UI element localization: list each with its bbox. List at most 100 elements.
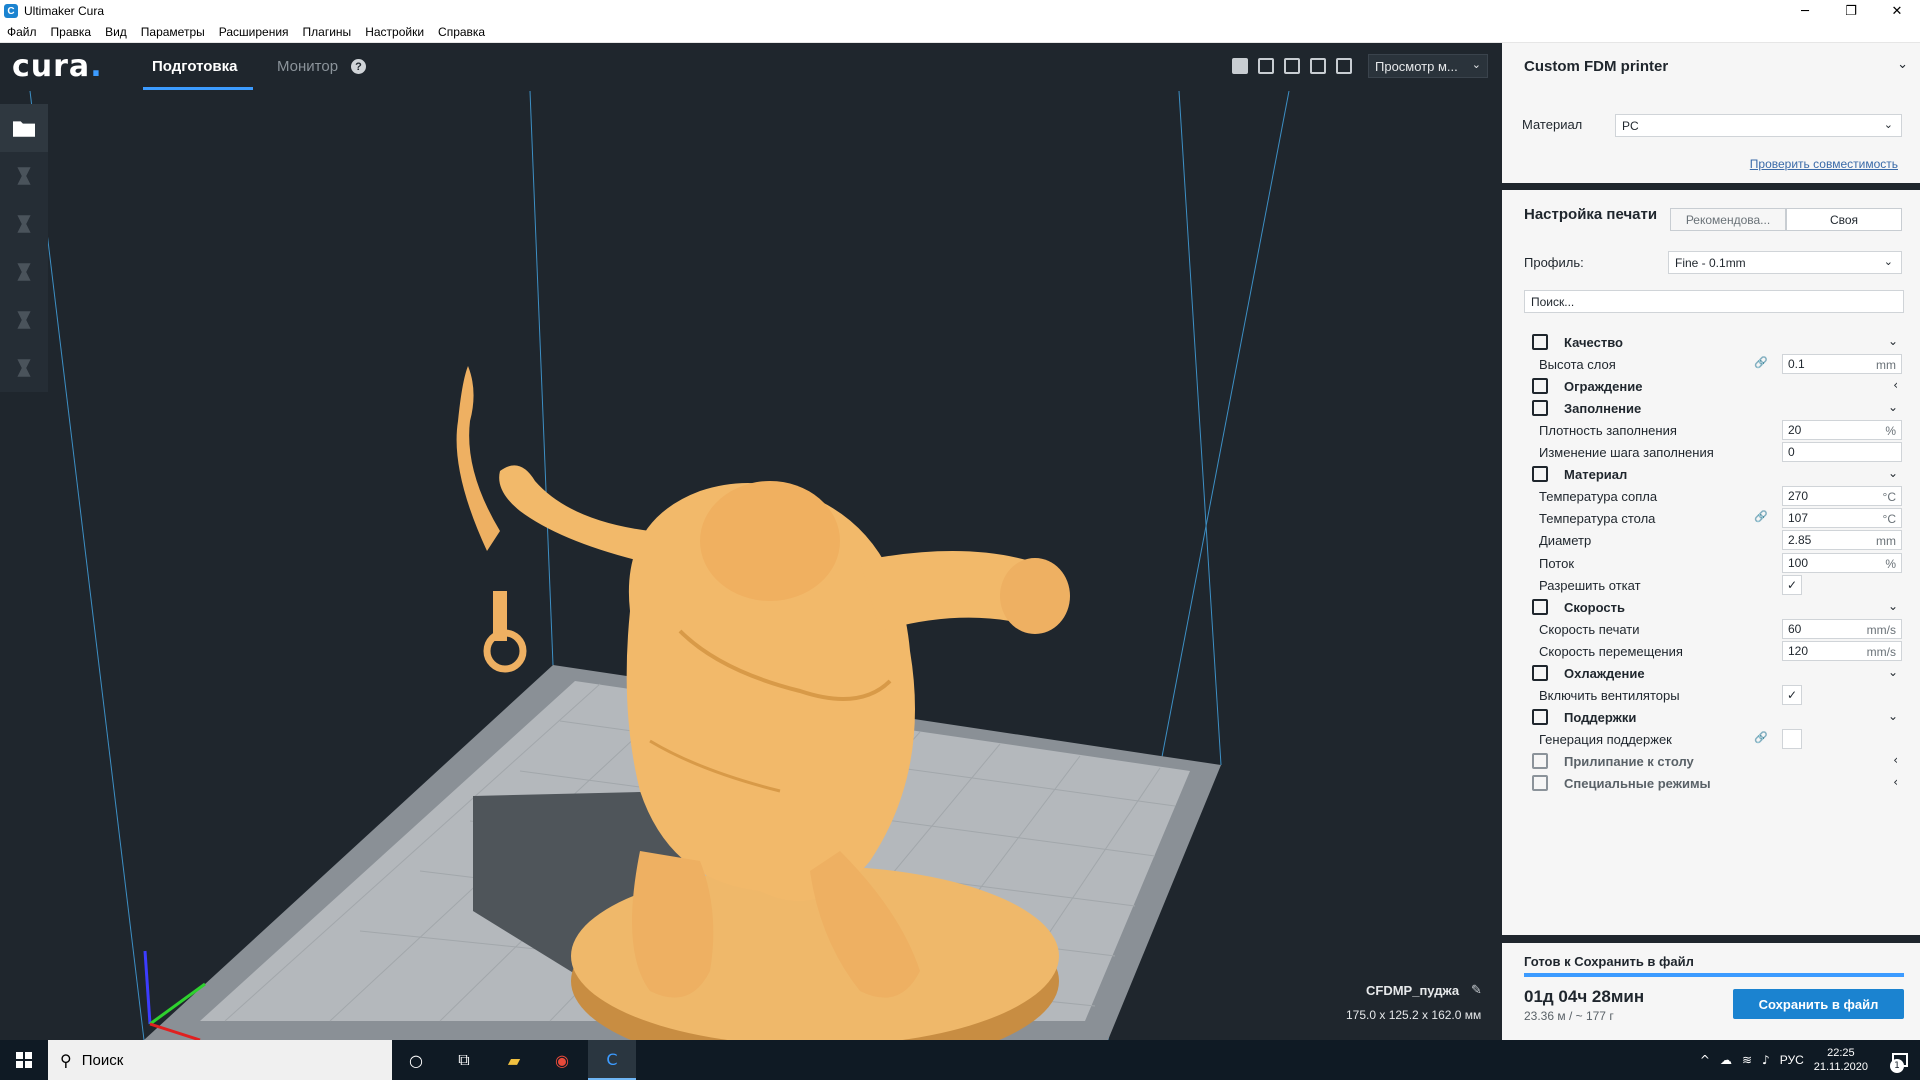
view-type-dropdown[interactable]: Просмотр м... ⌄: [1368, 54, 1488, 78]
clock[interactable]: 22:25 21.11.2020: [1814, 1046, 1868, 1074]
tab-monitor[interactable]: Монитор: [277, 58, 338, 75]
file-explorer-icon[interactable]: ▰: [490, 1040, 538, 1080]
material-select[interactable]: PC ⌄: [1615, 114, 1902, 137]
settings-category[interactable]: Заполнение ⌄: [1502, 397, 1920, 419]
link-icon[interactable]: 🔗: [1754, 731, 1768, 744]
minimize-button[interactable]: ─: [1782, 0, 1828, 22]
profile-select[interactable]: Fine - 0.1mm ⌄: [1668, 251, 1902, 274]
chevron-down-icon[interactable]: ⌄: [1888, 334, 1898, 348]
chevron-down-icon[interactable]: ⌄: [1888, 665, 1898, 679]
cura-taskbar-icon[interactable]: C: [588, 1040, 636, 1080]
per-model-settings-button[interactable]: [0, 344, 48, 392]
3d-viewport[interactable]: [0, 91, 1502, 1040]
settings-category[interactable]: Прилипание к столу ‹: [1502, 750, 1920, 772]
start-button[interactable]: [0, 1040, 48, 1080]
setting-value-input[interactable]: 100%: [1782, 552, 1902, 573]
setting-value: 2.85: [1788, 533, 1812, 548]
settings-category[interactable]: Охлаждение ⌄: [1502, 662, 1920, 684]
setting-checkbox[interactable]: ✓: [1782, 684, 1802, 705]
volume-icon[interactable]: ♪: [1762, 1053, 1770, 1067]
menu-file[interactable]: Файл: [7, 25, 37, 39]
help-icon[interactable]: ?: [351, 59, 366, 74]
settings-search-input[interactable]: Поиск...: [1524, 290, 1904, 313]
menu-view[interactable]: Вид: [105, 25, 127, 39]
3d-view-icon[interactable]: [1232, 58, 1248, 74]
menu-help[interactable]: Справка: [438, 25, 485, 39]
chevron-down-icon[interactable]: ⌄: [1888, 709, 1898, 723]
move-tool-button[interactable]: [0, 152, 48, 200]
chevron-left-icon[interactable]: ‹: [1893, 378, 1898, 392]
model-left-leg: [632, 851, 714, 998]
notification-center-button[interactable]: 1: [1880, 1040, 1920, 1080]
settings-category[interactable]: Специальные режимы ‹: [1502, 772, 1920, 794]
menu-edit[interactable]: Правка: [51, 25, 92, 39]
chevron-up-icon[interactable]: ^: [1700, 1053, 1710, 1067]
adhesion-icon: [1532, 752, 1548, 769]
scale-tool-button[interactable]: [0, 200, 48, 248]
front-view-icon[interactable]: [1258, 58, 1274, 74]
setting-value-input[interactable]: 60 mm/s: [1782, 618, 1902, 639]
windows-logo-icon: [16, 1052, 32, 1068]
settings-category[interactable]: Качество ⌄: [1502, 331, 1920, 353]
check-compatibility-link[interactable]: Проверить совместимость: [1750, 157, 1898, 171]
save-to-file-button[interactable]: Сохранить в файл: [1733, 989, 1904, 1019]
task-view-icon[interactable]: ⧉: [440, 1040, 488, 1080]
chevron-down-icon[interactable]: ⌄: [1888, 466, 1898, 480]
left-view-icon[interactable]: [1310, 58, 1326, 74]
category-label: Ограждение: [1564, 379, 1643, 395]
restore-button[interactable]: ❐: [1828, 0, 1874, 22]
setting-checkbox[interactable]: [1782, 728, 1802, 749]
menu-settings[interactable]: Настройки: [365, 25, 424, 39]
language-indicator[interactable]: РУС: [1780, 1053, 1804, 1067]
chevron-down-icon[interactable]: ⌄: [1888, 400, 1898, 414]
left-toolbar: [0, 104, 48, 392]
close-button[interactable]: ✕: [1874, 0, 1920, 22]
settings-category[interactable]: Материал ⌄: [1502, 463, 1920, 485]
rotate-tool-button[interactable]: [0, 248, 48, 296]
setting-label: Включить вентиляторы: [1539, 687, 1680, 703]
menu-plugins[interactable]: Плагины: [303, 25, 352, 39]
onedrive-icon[interactable]: ☁: [1720, 1053, 1732, 1067]
open-file-button[interactable]: [0, 104, 48, 152]
setting-unit: %: [1885, 424, 1896, 439]
network-icon[interactable]: ≋: [1742, 1053, 1752, 1067]
cortana-icon[interactable]: ○: [392, 1040, 440, 1080]
settings-category[interactable]: Поддержки ⌄: [1502, 706, 1920, 728]
pencil-icon[interactable]: ✎: [1471, 983, 1485, 998]
link-icon[interactable]: 🔗: [1754, 356, 1768, 369]
chrome-icon[interactable]: ◉: [538, 1040, 586, 1080]
clock-date: 21.11.2020: [1813, 1061, 1868, 1073]
right-view-icon[interactable]: [1336, 58, 1352, 74]
top-view-icon[interactable]: [1284, 58, 1300, 74]
setting-value-input[interactable]: 2.85 mm: [1782, 530, 1902, 551]
category-label: Скорость: [1564, 599, 1625, 615]
setting-value-input[interactable]: 120 mm/s: [1782, 640, 1902, 661]
setting-value-input[interactable]: 107 °C: [1782, 508, 1902, 529]
chevron-down-icon[interactable]: ⌄: [1888, 599, 1898, 613]
link-icon[interactable]: 🔗: [1754, 510, 1768, 523]
tab-prepare[interactable]: Подготовка: [152, 58, 238, 75]
setting-value-input[interactable]: 20%: [1782, 420, 1902, 441]
taskbar-search[interactable]: ⚲ Поиск: [48, 1040, 392, 1080]
chevron-left-icon[interactable]: ‹: [1893, 775, 1898, 789]
chevron-down-icon: ⌄: [1883, 119, 1893, 131]
settings-category[interactable]: Ограждение ‹: [1502, 375, 1920, 397]
setting-row: Генерация поддержек 🔗: [1502, 728, 1920, 750]
chevron-left-icon[interactable]: ‹: [1893, 753, 1898, 767]
mirror-tool-button[interactable]: [0, 296, 48, 344]
setting-row: Температура сопла 270 °C: [1502, 485, 1920, 507]
setting-value-input[interactable]: 0.1 mm: [1782, 354, 1902, 375]
setting-checkbox[interactable]: ✓: [1782, 574, 1802, 595]
menu-extensions[interactable]: Расширения: [219, 25, 289, 39]
search-icon: ⚲: [60, 1050, 72, 1070]
recommended-mode-button[interactable]: Рекомендова...: [1670, 208, 1786, 231]
setting-label: Изменение шага заполнения: [1539, 445, 1714, 461]
model-hook: [456, 366, 500, 551]
custom-mode-button[interactable]: Своя: [1786, 208, 1902, 231]
setting-value-input[interactable]: 270 °C: [1782, 486, 1902, 507]
settings-category[interactable]: Скорость ⌄: [1502, 596, 1920, 618]
printer-name[interactable]: Custom FDM printer: [1524, 58, 1668, 75]
menu-parameters[interactable]: Параметры: [141, 25, 205, 39]
chevron-down-icon[interactable]: ⌄: [1897, 56, 1908, 72]
setting-value-input[interactable]: 0: [1782, 442, 1902, 463]
